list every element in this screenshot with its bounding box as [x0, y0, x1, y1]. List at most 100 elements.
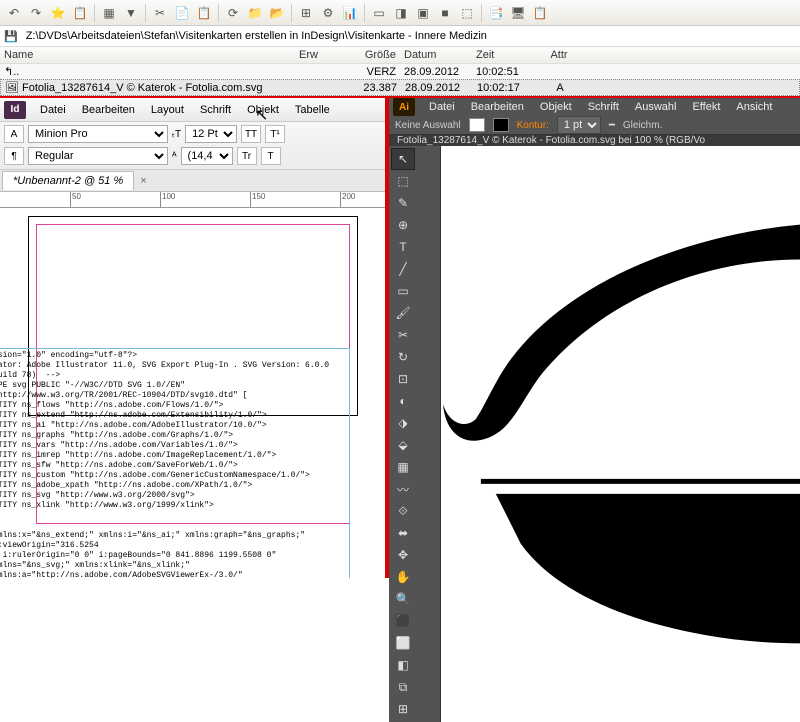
para-format-button[interactable]: ¶	[4, 147, 24, 165]
width-tool[interactable]: ◐	[391, 390, 415, 412]
cell: 28.09.2012	[404, 66, 476, 78]
fm-btn[interactable]: 📋	[70, 3, 90, 23]
shape-builder-tool[interactable]: ⬗	[391, 412, 415, 434]
subscript-button[interactable]: T	[261, 147, 281, 165]
font-size-select[interactable]: 12 Pt	[185, 125, 237, 143]
zoom-tool[interactable]: 🔍	[391, 588, 415, 610]
fm-btn[interactable]: 📋	[530, 3, 550, 23]
col-time[interactable]: Zeit	[476, 49, 534, 61]
fm-btn[interactable]: ⬚	[457, 3, 477, 23]
menu-schrift[interactable]: Schrift	[192, 101, 239, 119]
col-erw[interactable]: Erw	[299, 49, 354, 61]
fm-btn[interactable]: ■	[435, 3, 455, 23]
fm-btn[interactable]: 📁	[245, 3, 265, 23]
svg-code-textframe[interactable]: rsion="1.0" encoding="utf-8"?> rator: Ad…	[0, 348, 350, 578]
rectangle-tool[interactable]: ▭	[391, 280, 415, 302]
screen-mode[interactable]: ⧉	[391, 676, 415, 698]
pen-tool[interactable]: ✎	[391, 192, 415, 214]
superscript-button[interactable]: T¹	[265, 125, 285, 143]
menu-layout[interactable]: Layout	[143, 101, 192, 119]
leading-select[interactable]: (14,4 Pt)	[181, 147, 233, 165]
font-family-select[interactable]: Minion Pro	[28, 125, 168, 143]
fm-row-file[interactable]: 🖼 Fotolia_13287614_V © Katerok - Fotolia…	[0, 79, 800, 96]
ai-document-tab[interactable]: Fotolia_13287614_V © Katerok - Fotolia.c…	[389, 135, 800, 146]
fm-btn[interactable]: ↷	[26, 3, 46, 23]
ai-menu-ansicht[interactable]: Ansicht	[728, 98, 780, 116]
ai-toolbox: ↖ ⬚ ✎ ⊕ T ╱ ▭ 🖌 ✂ ↻ ⊡ ◐ ⬗ ⬙ ▦ 〰 ⟐ ⬌ ✥ ✋	[389, 146, 441, 722]
fm-btn[interactable]: 📂	[267, 3, 287, 23]
direct-selection-tool[interactable]: ⬚	[391, 170, 415, 192]
opacity-mode[interactable]: Gleichm.	[623, 120, 662, 131]
hand-tool[interactable]: ✋	[391, 566, 415, 588]
ai-menu-auswahl[interactable]: Auswahl	[627, 98, 685, 116]
draw-mode[interactable]: ⊞	[391, 698, 415, 720]
line-tool[interactable]: ╱	[391, 258, 415, 280]
symbol-tool[interactable]: ✥	[391, 544, 415, 566]
ai-menu-datei[interactable]: Datei	[421, 98, 463, 116]
char-format-button[interactable]: A	[4, 125, 24, 143]
cut-icon[interactable]: ✂	[150, 3, 170, 23]
col-name[interactable]: Name	[4, 49, 299, 61]
menu-datei[interactable]: Datei	[32, 101, 74, 119]
menu-bearbeiten[interactable]: Bearbeiten	[74, 101, 143, 119]
perspective-tool[interactable]: ⬙	[391, 434, 415, 456]
scale-tool[interactable]: ⊡	[391, 368, 415, 390]
fm-btn[interactable]: ⚙	[318, 3, 338, 23]
stroke-weight-select[interactable]: 1 pt	[557, 116, 601, 134]
fm-btn[interactable]: 📊	[340, 3, 360, 23]
indd-canvas[interactable]: rsion="1.0" encoding="utf-8"?> rator: Ad…	[0, 208, 385, 578]
ai-menu-bearbeiten[interactable]: Bearbeiten	[463, 98, 532, 116]
copy-icon[interactable]: 📄	[172, 3, 192, 23]
fm-btn[interactable]: ↶	[4, 3, 24, 23]
selection-tool[interactable]: ↖	[391, 148, 415, 170]
scissors-tool[interactable]: ✂	[391, 324, 415, 346]
close-tab-icon[interactable]: ×	[134, 175, 152, 187]
rotate-tool[interactable]: ↻	[391, 346, 415, 368]
fm-column-header[interactable]: Name Erw Größe Datum Zeit Attr	[0, 46, 800, 64]
drive-icon[interactable]: 💾	[4, 30, 18, 43]
add-anchor-tool[interactable]: ⊕	[391, 214, 415, 236]
fill-swatch[interactable]	[469, 118, 485, 132]
stroke-swatch[interactable]	[493, 118, 509, 132]
fm-btn[interactable]: ▼	[121, 3, 141, 23]
ai-menu-schrift[interactable]: Schrift	[580, 98, 627, 116]
fill-color[interactable]: ⬛	[391, 610, 415, 632]
col-date[interactable]: Datum	[404, 49, 476, 61]
type-tool[interactable]: T	[391, 236, 415, 258]
font-style-select[interactable]: Regular	[28, 147, 168, 165]
ai-canvas[interactable]	[441, 146, 800, 722]
fm-btn[interactable]: ▦	[99, 3, 119, 23]
ai-menu-effekt[interactable]: Effekt	[684, 98, 728, 116]
brush-tool[interactable]: 🖌	[391, 302, 415, 324]
paste-icon[interactable]: 📋	[194, 3, 214, 23]
ruler-tick: 50	[70, 192, 81, 208]
cell: 23.387	[355, 82, 405, 94]
gradient-tool[interactable]: 〰	[391, 478, 415, 500]
blend-tool[interactable]: ⬌	[391, 522, 415, 544]
fm-btn[interactable]: ⊞	[296, 3, 316, 23]
stroke-color[interactable]: ⬜	[391, 632, 415, 654]
fm-btn[interactable]: ⟳	[223, 3, 243, 23]
fm-btn[interactable]: ◨	[391, 3, 411, 23]
eyedropper-tool[interactable]: ⟐	[391, 500, 415, 522]
horizontal-ruler[interactable]: 50 100 150 200	[0, 192, 385, 208]
file-manager: ↶ ↷ ⭐ 📋 ▦ ▼ ✂ 📄 📋 ⟳ 📁 📂 ⊞ ⚙ 📊 ▭ ◨ ▣ ■ ⬚ …	[0, 0, 800, 98]
path-input[interactable]	[24, 28, 796, 44]
fm-btn[interactable]: ⭐	[48, 3, 68, 23]
caps-button[interactable]: TT	[241, 125, 261, 143]
col-attr[interactable]: Attr	[534, 49, 584, 61]
fm-btn[interactable]: 📑	[486, 3, 506, 23]
fm-btn[interactable]: 🖥	[508, 3, 528, 23]
menu-tabelle[interactable]: Tabelle	[287, 101, 338, 119]
menu-objekt[interactable]: Objekt	[239, 101, 287, 119]
color-mode[interactable]: ◧	[391, 654, 415, 676]
document-tab[interactable]: *Unbenannt-2 @ 51 %	[2, 171, 134, 190]
ai-menu-objekt[interactable]: Objekt	[532, 98, 580, 116]
col-size[interactable]: Größe	[354, 49, 404, 61]
fm-row-parent[interactable]: ↰.. VERZ 28.09.2012 10:02:51	[0, 64, 800, 79]
stroke-style-icon[interactable]: ━	[609, 120, 615, 131]
smallcaps-button[interactable]: Tr	[237, 147, 257, 165]
mesh-tool[interactable]: ▦	[391, 456, 415, 478]
fm-btn[interactable]: ▭	[369, 3, 389, 23]
fm-btn[interactable]: ▣	[413, 3, 433, 23]
